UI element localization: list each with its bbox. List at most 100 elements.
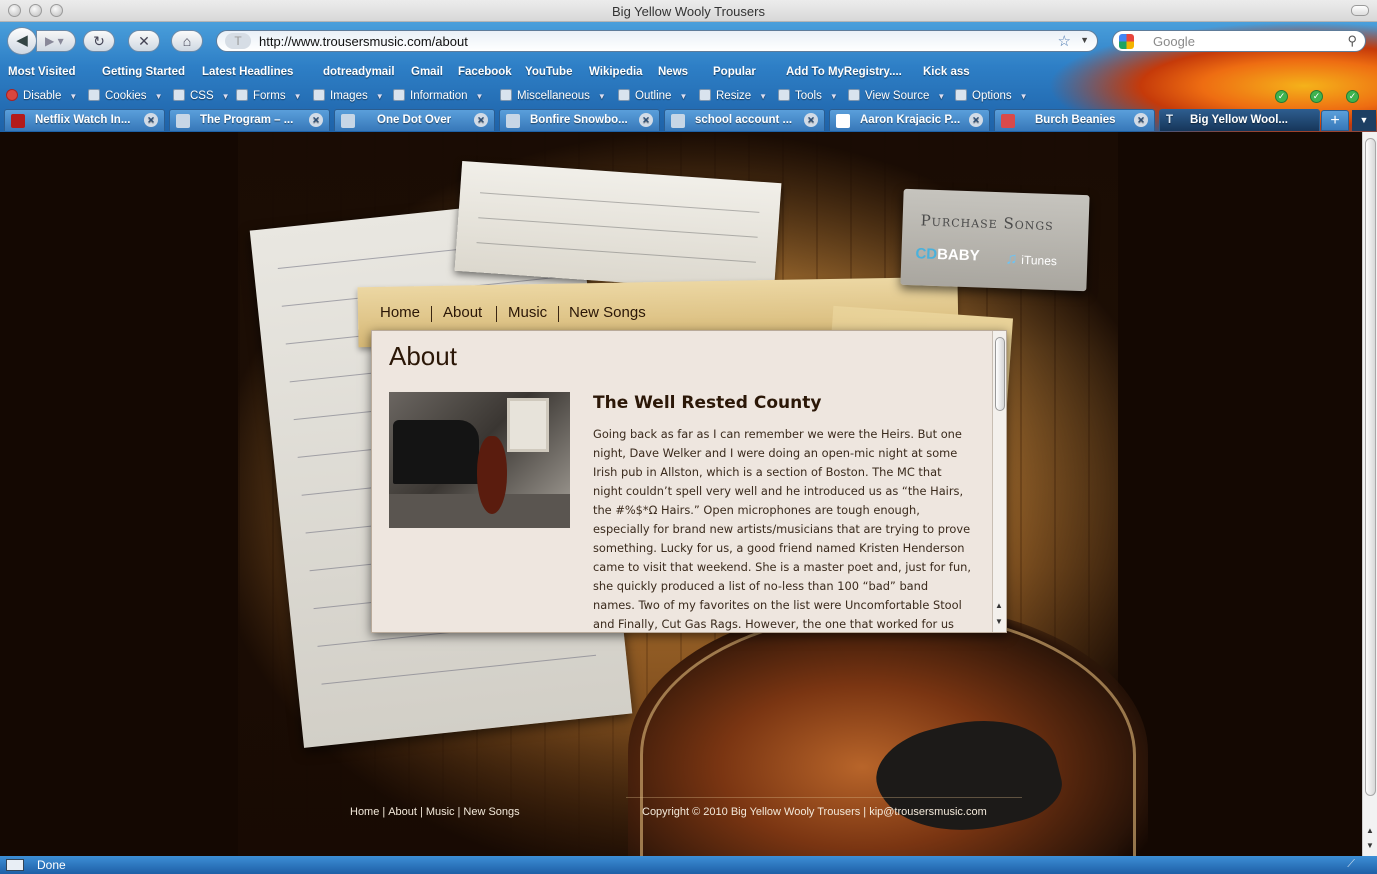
dev-options-menu[interactable]: Options ▼: [955, 89, 1028, 102]
all-tabs-button[interactable]: ▼: [1352, 110, 1376, 131]
footer-music-link[interactable]: Music: [426, 806, 455, 818]
nav-separator: [431, 306, 432, 322]
dev-images-label: Images: [330, 90, 368, 102]
cdbaby-link[interactable]: CDBABY: [915, 245, 980, 264]
bookmark-news[interactable]: News: [658, 66, 688, 78]
dev-forms-menu[interactable]: Forms ▼: [236, 89, 302, 102]
bookmark-latest-headlines[interactable]: Latest Headlines: [202, 66, 293, 78]
photo-cello: [477, 436, 507, 514]
html-valid-check-icon[interactable]: ✓: [1310, 90, 1323, 103]
tab-big-yellow-wooly-trousers[interactable]: T Big Yellow Wool...: [1159, 109, 1320, 131]
js-valid-check-icon[interactable]: ✓: [1346, 90, 1359, 103]
site-identity-icon[interactable]: T: [225, 33, 251, 49]
page-scroll-up-icon[interactable]: ▲: [1366, 826, 1374, 835]
page-scroll-down-icon[interactable]: ▼: [1366, 841, 1374, 850]
google-engine-icon[interactable]: [1119, 34, 1134, 49]
bookmark-add-to-myregistry[interactable]: Add To MyRegistry....: [786, 66, 902, 78]
page-scrollbar[interactable]: ▲ ▼: [1362, 132, 1377, 856]
tab-aaron-krajacic[interactable]: Aaron Krajacic P... ✕: [829, 109, 990, 131]
itunes-link[interactable]: ♫ iTunes: [1005, 250, 1057, 270]
bookmark-popular[interactable]: Popular: [713, 66, 756, 78]
css-valid-check-icon[interactable]: ✓: [1275, 90, 1288, 103]
search-magnifier-icon[interactable]: ⚲: [1347, 33, 1357, 49]
disable-icon: [6, 89, 18, 101]
stop-icon: ✕: [138, 33, 150, 49]
bookmark-dotreadymail[interactable]: dotreadymail: [323, 66, 395, 78]
dev-images-menu[interactable]: Images ▼: [313, 89, 384, 102]
toolbar-toggle-button[interactable]: [1351, 5, 1369, 16]
tab-close-icon[interactable]: ✕: [309, 113, 323, 127]
nav-music-link[interactable]: Music: [508, 304, 547, 321]
tab-close-icon[interactable]: ✕: [639, 113, 653, 127]
nav-about-link[interactable]: About: [443, 304, 482, 321]
resize-icon: [699, 89, 711, 101]
view-source-icon: [848, 89, 860, 101]
dev-css-menu[interactable]: CSS ▼: [173, 89, 230, 102]
footer-navigation: Home | About | Music | New Songs: [350, 806, 520, 818]
photo-window: [507, 398, 549, 452]
dev-information-menu[interactable]: Information ▼: [393, 89, 483, 102]
footer-home-link[interactable]: Home: [350, 806, 379, 818]
scroll-up-arrow-icon[interactable]: ▲: [995, 601, 1003, 610]
stop-button[interactable]: ✕: [128, 30, 160, 52]
bookmark-star-icon[interactable]: ☆: [1058, 32, 1071, 50]
tab-one-dot-over[interactable]: One Dot Over ✕: [334, 109, 495, 131]
tab-the-program[interactable]: The Program – ... ✕: [169, 109, 330, 131]
dev-cookies-menu[interactable]: Cookies ▼: [88, 89, 162, 102]
home-button[interactable]: ⌂: [171, 30, 203, 52]
tab-close-icon[interactable]: ✕: [969, 113, 983, 127]
scroll-down-arrow-icon[interactable]: ▼: [995, 617, 1003, 626]
notes-sheet-image: [454, 160, 782, 294]
browser-chrome: ◀ ▶ ▾ ↻ ✕ ⌂ T http://www.trousersmusic.c…: [0, 22, 1377, 132]
footer-about-link[interactable]: About: [388, 806, 417, 818]
search-input[interactable]: Google: [1153, 34, 1195, 49]
dev-view-source-menu[interactable]: View Source ▼: [848, 89, 945, 102]
back-button[interactable]: ◀: [7, 27, 37, 55]
url-text[interactable]: http://www.trousersmusic.com/about: [259, 34, 468, 49]
tab-school-account[interactable]: school account ... ✕: [664, 109, 825, 131]
url-bar[interactable]: T http://www.trousersmusic.com/about ☆ ▼: [216, 30, 1098, 52]
cookies-icon: [88, 89, 100, 101]
tab-label: Bonfire Snowbo...: [530, 114, 628, 126]
search-bar[interactable]: Google ⚲: [1112, 30, 1366, 52]
miscellaneous-icon: [500, 89, 512, 101]
bookmark-kick-ass[interactable]: Kick ass: [923, 66, 970, 78]
page-scroll-thumb[interactable]: [1365, 138, 1376, 796]
dev-miscellaneous-menu[interactable]: Miscellaneous ▼: [500, 89, 606, 102]
bookmark-youtube[interactable]: YouTube: [525, 66, 572, 78]
nav-home-link[interactable]: Home: [380, 304, 420, 321]
footer-new-songs-link[interactable]: New Songs: [463, 806, 519, 818]
forward-button[interactable]: ▶ ▾: [36, 30, 76, 52]
web-developer-toolbar: Disable ▼ Cookies ▼ CSS ▼ Forms ▼ Images ▼ In…: [0, 86, 1377, 107]
navigation-toolbar: ◀ ▶ ▾ ↻ ✕ ⌂ T http://www.trousersmusic.c…: [0, 22, 1377, 60]
studio-photo: [389, 392, 570, 528]
resize-grip-icon[interactable]: ⟋: [1347, 858, 1355, 871]
tab-bonfire-snowboarding[interactable]: Bonfire Snowbo... ✕: [499, 109, 660, 131]
bookmark-most-visited[interactable]: Most Visited: [8, 66, 76, 78]
dev-resize-menu[interactable]: Resize ▼: [699, 89, 767, 102]
tab-close-icon[interactable]: ✕: [474, 113, 488, 127]
dev-outline-menu[interactable]: Outline ▼: [618, 89, 687, 102]
bookmark-facebook[interactable]: Facebook: [458, 66, 512, 78]
bookmark-getting-started[interactable]: Getting Started: [102, 66, 185, 78]
bookmark-wikipedia[interactable]: Wikipedia: [589, 66, 643, 78]
url-history-dropdown-icon[interactable]: ▼: [1080, 35, 1089, 45]
content-panel-scroll-thumb[interactable]: [995, 337, 1005, 411]
bookmark-gmail[interactable]: Gmail: [411, 66, 443, 78]
new-tab-button[interactable]: +: [1321, 110, 1349, 131]
information-icon: [393, 89, 405, 101]
nav-new-songs-link[interactable]: New Songs: [569, 304, 646, 321]
tab-close-icon[interactable]: ✕: [144, 113, 158, 127]
article-title: The Well Rested County: [593, 393, 822, 413]
reload-button[interactable]: ↻: [83, 30, 115, 52]
tab-netflix[interactable]: Netflix Watch In... ✕: [4, 109, 165, 131]
dev-disable-menu[interactable]: Disable ▼: [6, 89, 77, 102]
options-icon: [955, 89, 967, 101]
tab-close-icon[interactable]: ✕: [1134, 113, 1148, 127]
tab-close-icon[interactable]: ✕: [804, 113, 818, 127]
tab-burch-beanies[interactable]: Burch Beanies ✕: [994, 109, 1155, 131]
tab-label: One Dot Over: [377, 114, 452, 126]
dev-tools-menu[interactable]: Tools ▼: [778, 89, 838, 102]
purchase-songs-title: Purchase Songs: [920, 211, 1055, 235]
content-panel-scrollbar[interactable]: ▲ ▼: [992, 331, 1006, 632]
